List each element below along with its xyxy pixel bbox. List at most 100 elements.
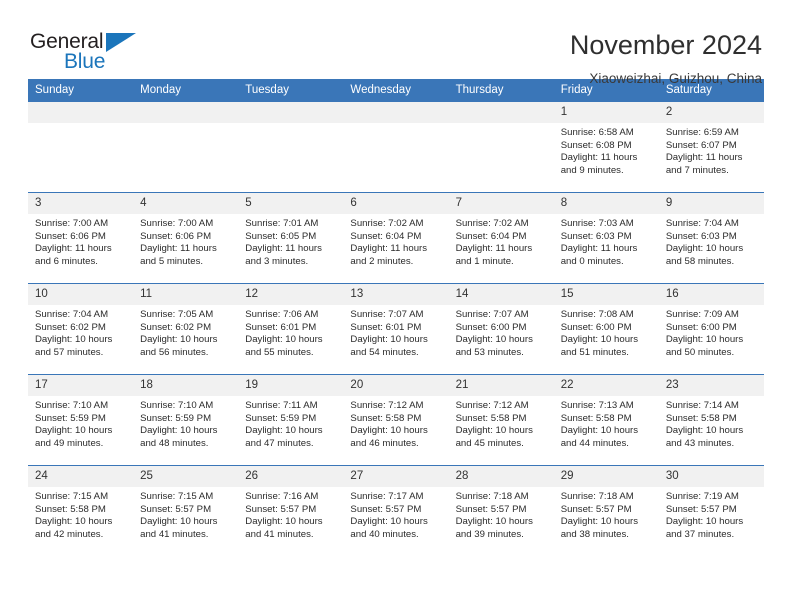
day-cell[interactable]: 7 Sunrise: 7:02 AM Sunset: 6:04 PM Dayli…	[448, 192, 554, 284]
day-number: 4	[133, 193, 239, 214]
daylight-text-line2: and 42 minutes.	[35, 528, 104, 540]
day-number: 21	[448, 375, 554, 396]
daylight-text-line2: and 1 minute.	[455, 255, 514, 267]
daylight-text-line1: Daylight: 10 hours	[665, 334, 744, 346]
daylight-text-line1: Daylight: 10 hours	[140, 425, 218, 437]
generalblue-logo[interactable]: General Blue	[30, 30, 150, 76]
sunrise-text: Sunrise: 6:59 AM	[665, 127, 739, 138]
week-row: 1 Sunrise: 6:58 AM Sunset: 6:08 PM Dayli…	[28, 102, 764, 193]
day-cell[interactable]: 5 Sunrise: 7:01 AM Sunset: 6:05 PM Dayli…	[238, 192, 344, 284]
sunrise-text: Sunrise: 7:15 AM	[35, 491, 109, 502]
day-details: Sunrise: 7:11 AM Sunset: 5:59 PM Dayligh…	[238, 396, 343, 450]
daylight-text-line1: Daylight: 10 hours	[560, 425, 639, 437]
day-cell[interactable]: 13 Sunrise: 7:07 AM Sunset: 6:01 PM Dayl…	[343, 283, 449, 375]
day-number: 10	[28, 284, 134, 305]
day-cell[interactable]: 26 Sunrise: 7:16 AM Sunset: 5:57 PM Dayl…	[238, 465, 344, 556]
day-cell[interactable]: 25 Sunrise: 7:15 AM Sunset: 5:57 PM Dayl…	[133, 465, 239, 556]
daylight-text-line1: Daylight: 10 hours	[350, 425, 428, 437]
daylight-text-line2: and 47 minutes.	[245, 437, 314, 449]
day-details: Sunrise: 7:04 AM Sunset: 6:02 PM Dayligh…	[28, 305, 133, 359]
day-cell[interactable]: 8 Sunrise: 7:03 AM Sunset: 6:03 PM Dayli…	[553, 192, 659, 284]
sunset-text: Sunset: 6:04 PM	[455, 230, 527, 242]
sunrise-text: Sunrise: 7:16 AM	[245, 491, 319, 502]
sunset-text: Sunset: 6:02 PM	[35, 321, 106, 333]
day-cell[interactable]: 21 Sunrise: 7:12 AM Sunset: 5:58 PM Dayl…	[448, 374, 554, 466]
day-details: Sunrise: 7:02 AM Sunset: 6:04 PM Dayligh…	[343, 214, 448, 268]
sunset-text: Sunset: 6:06 PM	[35, 230, 106, 242]
daylight-text-line1: Daylight: 10 hours	[455, 334, 533, 346]
sunset-text: Sunset: 5:57 PM	[140, 503, 212, 515]
sunrise-text: Sunrise: 7:14 AM	[665, 400, 739, 411]
day-details: Sunrise: 7:03 AM Sunset: 6:03 PM Dayligh…	[554, 214, 659, 268]
sunrise-text: Sunrise: 7:18 AM	[455, 491, 529, 502]
day-number	[238, 102, 344, 123]
daylight-text-line1: Daylight: 11 hours	[665, 152, 743, 164]
day-cell[interactable]: 11 Sunrise: 7:05 AM Sunset: 6:02 PM Dayl…	[133, 283, 239, 375]
day-number: 9	[658, 193, 764, 214]
sunrise-text: Sunrise: 7:06 AM	[245, 309, 319, 320]
day-number	[133, 102, 239, 123]
day-number: 3	[28, 193, 134, 214]
weekday-header-tuesday: Tuesday	[238, 79, 344, 102]
day-cell[interactable]: 30 Sunrise: 7:19 AM Sunset: 5:57 PM Dayl…	[658, 465, 764, 556]
daylight-text-line1: Daylight: 11 hours	[245, 243, 322, 255]
sunset-text: Sunset: 6:00 PM	[560, 321, 632, 333]
day-details: Sunrise: 7:09 AM Sunset: 6:00 PM Dayligh…	[659, 305, 764, 359]
daylight-text-line1: Daylight: 10 hours	[665, 243, 744, 255]
sunset-text: Sunset: 6:01 PM	[350, 321, 422, 333]
day-cell[interactable]: 24 Sunrise: 7:15 AM Sunset: 5:58 PM Dayl…	[28, 465, 134, 556]
sunset-text: Sunset: 5:59 PM	[245, 412, 317, 424]
day-cell[interactable]: 4 Sunrise: 7:00 AM Sunset: 6:06 PM Dayli…	[133, 192, 239, 284]
sunrise-text: Sunrise: 7:12 AM	[455, 400, 529, 411]
day-cell[interactable]: 18 Sunrise: 7:10 AM Sunset: 5:59 PM Dayl…	[133, 374, 239, 466]
day-cell[interactable]: 6 Sunrise: 7:02 AM Sunset: 6:04 PM Dayli…	[343, 192, 449, 284]
sunset-text: Sunset: 5:58 PM	[560, 412, 632, 424]
sunset-text: Sunset: 5:57 PM	[560, 503, 632, 515]
day-cell[interactable]: 12 Sunrise: 7:06 AM Sunset: 6:01 PM Dayl…	[238, 283, 344, 375]
day-cell[interactable]: 28 Sunrise: 7:18 AM Sunset: 5:57 PM Dayl…	[448, 465, 554, 556]
day-number: 24	[28, 466, 134, 487]
day-cell[interactable]: 23 Sunrise: 7:14 AM Sunset: 5:58 PM Dayl…	[658, 374, 764, 466]
sunrise-text: Sunrise: 7:13 AM	[560, 400, 634, 411]
day-details: Sunrise: 7:15 AM Sunset: 5:57 PM Dayligh…	[133, 487, 238, 541]
daylight-text-line2: and 37 minutes.	[665, 528, 735, 540]
daylight-text-line2: and 9 minutes.	[560, 164, 624, 176]
day-cell[interactable]: 10 Sunrise: 7:04 AM Sunset: 6:02 PM Dayl…	[28, 283, 134, 375]
daylight-text-line1: Daylight: 10 hours	[245, 516, 323, 528]
day-cell[interactable]: 1 Sunrise: 6:58 AM Sunset: 6:08 PM Dayli…	[553, 102, 659, 193]
sunset-text: Sunset: 5:58 PM	[455, 412, 527, 424]
sunset-text: Sunset: 6:07 PM	[665, 139, 737, 151]
title-block: November 2024 Xiaoweizhai, Guizhou, Chin…	[570, 30, 764, 88]
day-cell[interactable]: 17 Sunrise: 7:10 AM Sunset: 5:59 PM Dayl…	[28, 374, 134, 466]
daylight-text-line2: and 53 minutes.	[455, 346, 524, 358]
day-number: 26	[238, 466, 344, 487]
sunrise-text: Sunrise: 7:10 AM	[35, 400, 109, 411]
daylight-text-line1: Daylight: 10 hours	[245, 425, 323, 437]
day-cell[interactable]: 16 Sunrise: 7:09 AM Sunset: 6:00 PM Dayl…	[658, 283, 764, 375]
day-cell[interactable]: 2 Sunrise: 6:59 AM Sunset: 6:07 PM Dayli…	[658, 102, 764, 193]
weekday-header-monday: Monday	[133, 79, 239, 102]
day-cell	[28, 102, 134, 193]
sunset-text: Sunset: 6:03 PM	[560, 230, 632, 242]
day-cell[interactable]: 19 Sunrise: 7:11 AM Sunset: 5:59 PM Dayl…	[238, 374, 344, 466]
daylight-text-line2: and 2 minutes.	[350, 255, 414, 267]
day-cell[interactable]: 20 Sunrise: 7:12 AM Sunset: 5:58 PM Dayl…	[343, 374, 449, 466]
daylight-text-line1: Daylight: 10 hours	[665, 516, 744, 528]
day-cell[interactable]: 22 Sunrise: 7:13 AM Sunset: 5:58 PM Dayl…	[553, 374, 659, 466]
daylight-text-line1: Daylight: 11 hours	[350, 243, 428, 255]
sunset-text: Sunset: 6:00 PM	[455, 321, 527, 333]
day-number: 25	[133, 466, 239, 487]
daylight-text-line1: Daylight: 10 hours	[350, 334, 428, 346]
sunrise-text: Sunrise: 6:58 AM	[560, 127, 634, 138]
day-cell[interactable]: 15 Sunrise: 7:08 AM Sunset: 6:00 PM Dayl…	[553, 283, 659, 375]
sunset-text: Sunset: 6:02 PM	[140, 321, 212, 333]
sunrise-text: Sunrise: 7:00 AM	[35, 218, 109, 229]
day-cell[interactable]: 14 Sunrise: 7:07 AM Sunset: 6:00 PM Dayl…	[448, 283, 554, 375]
daylight-text-line2: and 38 minutes.	[560, 528, 629, 540]
day-cell[interactable]: 3 Sunrise: 7:00 AM Sunset: 6:06 PM Dayli…	[28, 192, 134, 284]
day-details: Sunrise: 7:10 AM Sunset: 5:59 PM Dayligh…	[133, 396, 238, 450]
day-cell[interactable]: 9 Sunrise: 7:04 AM Sunset: 6:03 PM Dayli…	[658, 192, 764, 284]
sunrise-text: Sunrise: 7:02 AM	[455, 218, 529, 229]
day-cell[interactable]: 27 Sunrise: 7:17 AM Sunset: 5:57 PM Dayl…	[343, 465, 449, 556]
day-cell[interactable]: 29 Sunrise: 7:18 AM Sunset: 5:57 PM Dayl…	[553, 465, 659, 556]
